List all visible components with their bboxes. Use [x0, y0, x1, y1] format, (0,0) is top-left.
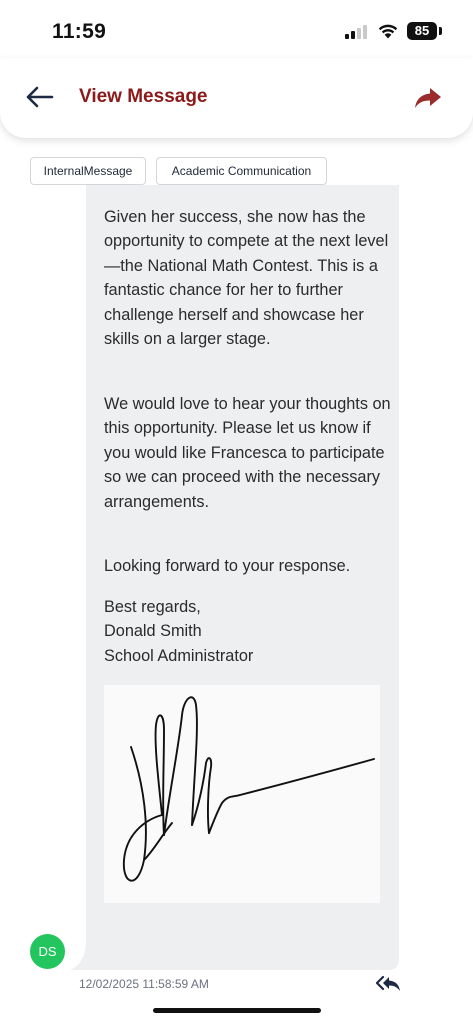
message-paragraph: We would love to hear your thoughts on t…: [104, 395, 391, 511]
sender-name: Donald Smith: [104, 622, 202, 641]
message-paragraph: Given her success, she now has the oppor…: [104, 208, 389, 349]
signature-image: [104, 685, 380, 903]
signal-icon: [345, 25, 369, 39]
battery-icon: 85: [407, 22, 437, 40]
bubble-tail: [70, 940, 94, 970]
avatar[interactable]: DS: [30, 934, 65, 969]
app-header: View Message: [0, 58, 473, 138]
tag-internal-message: InternalMessage: [30, 157, 146, 185]
home-indicator: [153, 1008, 321, 1013]
message-signoff: Best regards, Donald Smith School Admini…: [104, 595, 394, 668]
reply-all-icon[interactable]: [376, 975, 402, 993]
signature-drawing: [123, 696, 375, 882]
message-timestamp: 12/02/2025 11:58:59 AM: [79, 977, 209, 991]
wifi-icon: [378, 24, 398, 39]
status-time: 11:59: [52, 20, 107, 43]
tag-academic-communication: Academic Communication: [156, 157, 327, 185]
status-bar: 11:59 85: [0, 0, 473, 62]
message-paragraph: Looking forward to your response.: [104, 557, 351, 575]
forward-arrow-icon[interactable]: [412, 84, 444, 112]
page-title: View Message: [79, 86, 208, 107]
arrow-left-icon[interactable]: [22, 82, 58, 112]
closing-text: Best regards,: [104, 598, 201, 616]
sender-title: School Administrator: [104, 646, 254, 665]
battery-tip: [439, 27, 442, 35]
